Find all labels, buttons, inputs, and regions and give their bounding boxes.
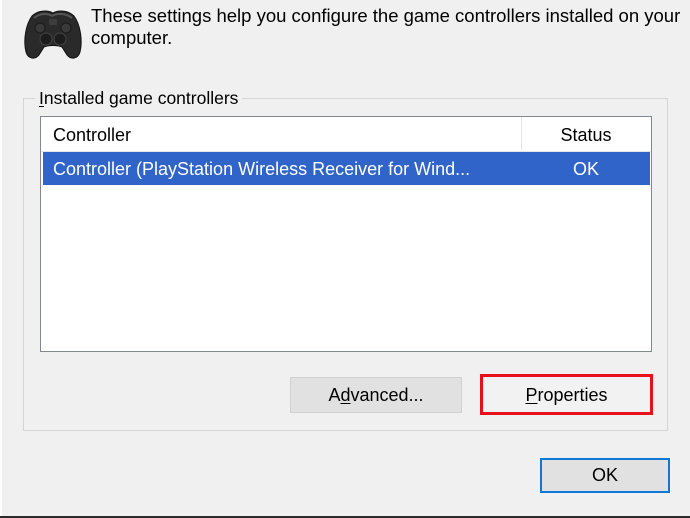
list-item[interactable]: Controller (PlayStation Wireless Receive… bbox=[43, 152, 650, 185]
group-label-rest: nstalled game controllers bbox=[43, 88, 239, 108]
advanced-label-end: vanced... bbox=[350, 385, 424, 405]
advanced-label-mnemonic: d bbox=[340, 385, 351, 405]
game-controllers-dialog: These settings help you configure the ga… bbox=[0, 0, 690, 518]
properties-button[interactable]: Properties bbox=[480, 374, 653, 415]
advanced-button[interactable]: Advanced... bbox=[290, 377, 462, 413]
advanced-label-start: A bbox=[328, 385, 341, 405]
controller-status: OK bbox=[572, 159, 599, 179]
column-header-controller[interactable]: Controller bbox=[53, 125, 131, 145]
gamepad-icon bbox=[24, 10, 82, 59]
group-label: Installed game controllers bbox=[35, 88, 243, 108]
properties-label-end: roperties bbox=[537, 385, 608, 405]
controller-name: Controller (PlayStation Wireless Receive… bbox=[53, 159, 471, 179]
window-edge-left bbox=[0, 0, 2, 518]
list-header: Controller Status bbox=[41, 117, 651, 152]
properties-label-mnemonic: P bbox=[525, 385, 538, 405]
column-header-status[interactable]: Status bbox=[522, 125, 650, 145]
ok-button[interactable]: OK bbox=[540, 458, 670, 493]
controllers-list[interactable]: Controller Status Controller (PlayStatio… bbox=[40, 116, 652, 352]
header-description: These settings help you configure the ga… bbox=[91, 5, 681, 48]
